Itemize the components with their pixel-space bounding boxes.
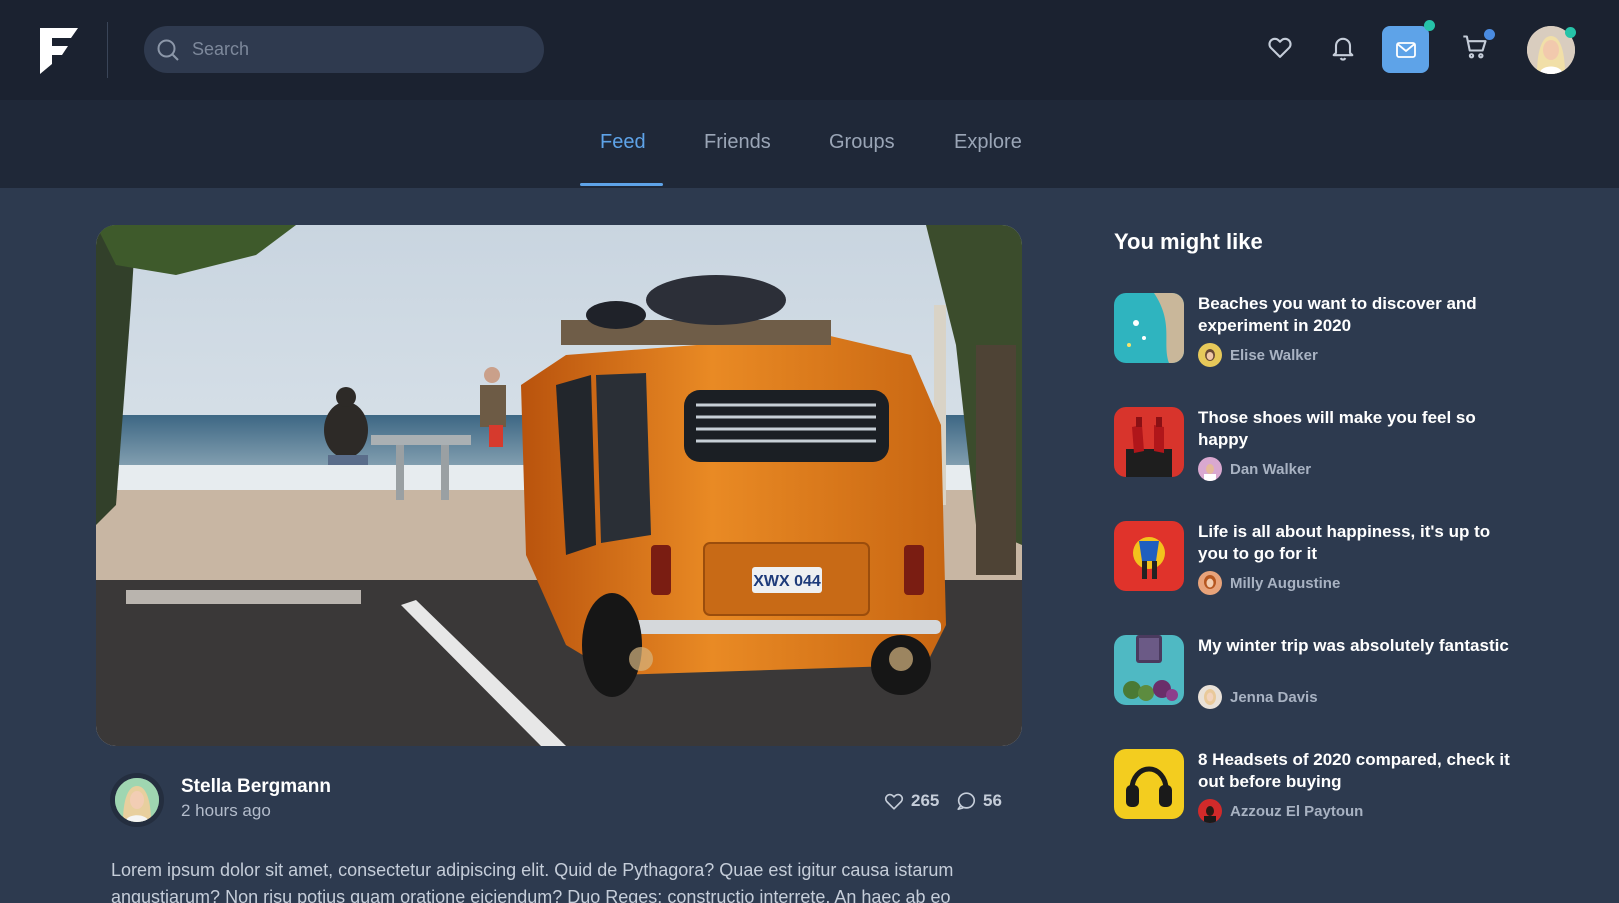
messages-badge <box>1424 20 1435 31</box>
mail-icon <box>1396 42 1416 58</box>
author-name: Dan Walker <box>1230 460 1312 478</box>
cart-badge <box>1484 29 1495 40</box>
post-image[interactable]: XWX 044 <box>96 225 1022 746</box>
bell-icon[interactable] <box>1329 33 1357 61</box>
suggestion-title: Beaches you want to discover and experim… <box>1198 294 1477 335</box>
suggestion-title: My winter trip was absolutely fantastic <box>1198 636 1509 655</box>
header-divider <box>107 22 108 78</box>
svg-text:XWX 044: XWX 044 <box>753 573 821 590</box>
suggestion-author: Dan Walker <box>1198 457 1311 481</box>
comment-icon <box>957 792 976 811</box>
suggestion-item[interactable]: 8 Headsets of 2020 compared, check it ou… <box>1114 749 1514 823</box>
suggestion-thumbnail <box>1114 407 1184 477</box>
suggestion-thumbnail <box>1114 749 1184 819</box>
suggestion-thumbnail <box>1114 521 1184 591</box>
comments-count: 56 <box>983 791 1002 810</box>
suggestion-item[interactable]: Life is all about happiness, it's up to … <box>1114 521 1514 595</box>
van-photo: XWX 044 <box>96 225 1022 746</box>
comments-button[interactable]: 56 <box>955 790 1002 812</box>
tab-feed[interactable]: Feed <box>600 100 646 188</box>
suggestion-author: Azzouz El Paytoun <box>1198 799 1363 823</box>
avatar-status-dot <box>1565 27 1576 38</box>
likes-count: 265 <box>911 791 940 810</box>
author-avatar <box>1198 685 1222 709</box>
post-timestamp: 2 hours ago <box>181 801 271 820</box>
post-author-name[interactable]: Stella Bergmann <box>181 776 331 798</box>
top-bar <box>0 0 1619 100</box>
tab-explore[interactable]: Explore <box>954 100 1022 188</box>
active-tab-indicator <box>580 183 663 186</box>
author-avatar <box>1198 571 1222 595</box>
post-author-avatar-image <box>115 778 159 822</box>
suggestion-item[interactable]: Beaches you want to discover and experim… <box>1114 293 1514 367</box>
messages-button[interactable] <box>1382 26 1429 73</box>
likes-button[interactable]: 265 <box>883 790 939 812</box>
nav-tabs: Feed Friends Groups Explore <box>0 100 1619 188</box>
suggestion-author: Elise Walker <box>1198 343 1318 367</box>
suggestion-item[interactable]: Those shoes will make you feel so happy … <box>1114 407 1514 481</box>
suggestion-author: Milly Augustine <box>1198 571 1340 595</box>
suggestion-thumbnail <box>1114 635 1184 705</box>
post-body-text: Lorem ipsum dolor sit amet, consectetur … <box>111 860 954 903</box>
author-name: Jenna Davis <box>1230 688 1318 706</box>
sidebar-title: You might like <box>1114 229 1263 254</box>
author-avatar <box>1198 457 1222 481</box>
search-icon <box>157 39 179 61</box>
search-input[interactable] <box>192 26 532 73</box>
logo-icon[interactable] <box>38 26 80 76</box>
suggestion-title: 8 Headsets of 2020 compared, check it ou… <box>1198 750 1510 791</box>
tab-groups[interactable]: Groups <box>829 100 895 188</box>
author-avatar <box>1198 799 1222 823</box>
suggestion-thumbnail <box>1114 293 1184 363</box>
suggestion-item[interactable]: My winter trip was absolutely fantastic … <box>1114 635 1514 709</box>
author-name: Azzouz El Paytoun <box>1230 802 1364 820</box>
author-avatar <box>1198 343 1222 367</box>
author-name: Milly Augustine <box>1230 574 1341 592</box>
suggestion-title: Life is all about happiness, it's up to … <box>1198 522 1491 563</box>
search-bar[interactable] <box>144 26 544 73</box>
tab-friends[interactable]: Friends <box>704 100 771 188</box>
heart-outline-icon <box>884 793 904 810</box>
suggestion-author: Jenna Davis <box>1198 685 1318 709</box>
author-name: Elise Walker <box>1230 346 1318 364</box>
suggestion-title: Those shoes will make you feel so happy <box>1198 408 1476 449</box>
heart-icon[interactable] <box>1266 33 1294 61</box>
post-author-avatar[interactable] <box>110 773 164 827</box>
